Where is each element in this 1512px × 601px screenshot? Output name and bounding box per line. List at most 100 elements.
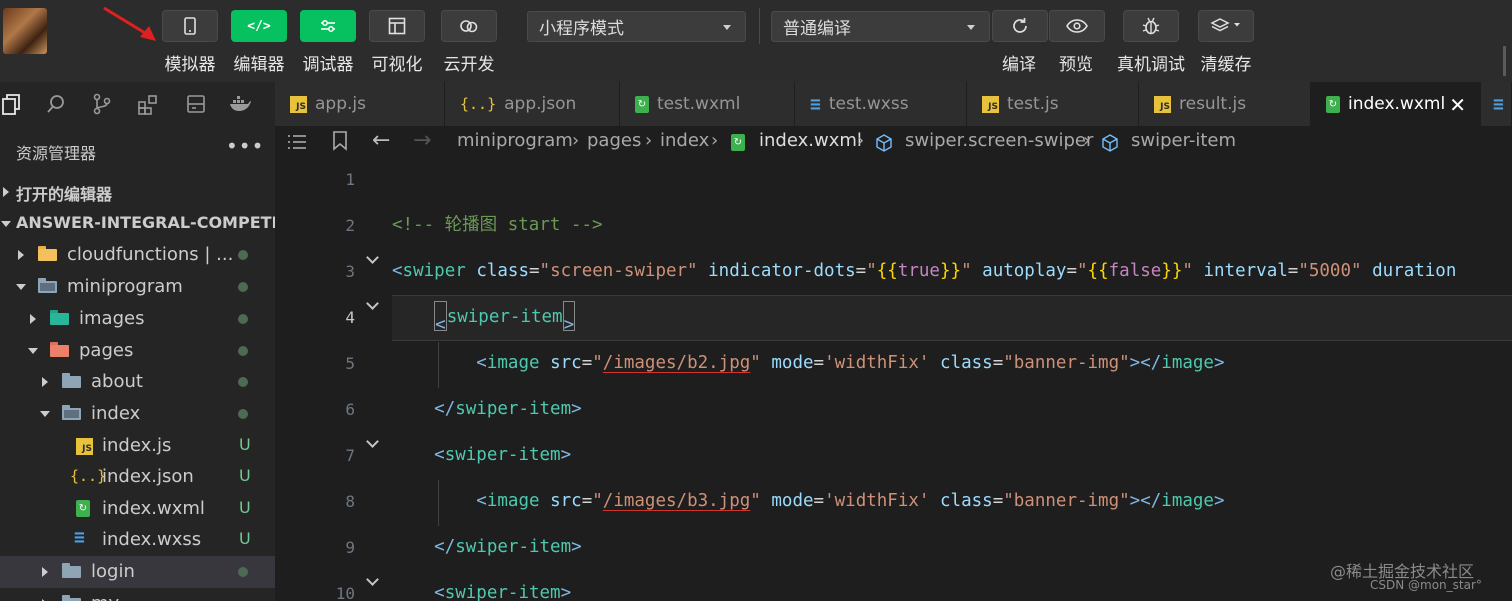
code-line: <image src="/images/b3.jpg" mode='widthF… xyxy=(476,491,1225,511)
toolbar-divider xyxy=(759,8,760,44)
tree-item-index[interactable]: index xyxy=(0,398,275,430)
more-icon[interactable]: ••• xyxy=(226,134,264,158)
crumb-sep: › xyxy=(645,130,653,151)
fold-chevron-icon[interactable] xyxy=(368,575,377,584)
code-line: <!-- 轮播图 start --> xyxy=(392,215,603,235)
crumb-swiper[interactable]: swiper.screen-swiper xyxy=(905,130,1093,151)
code-line: </swiper-item> xyxy=(434,399,582,419)
js-file-icon: JS xyxy=(1154,95,1171,113)
preview-button[interactable] xyxy=(1049,10,1105,42)
folder-icon xyxy=(38,278,57,293)
tree-item-cloudfunctions[interactable]: cloudfunctions | ... xyxy=(0,239,275,271)
crumb-file[interactable]: index.wxml xyxy=(759,130,862,151)
cloud-dev-button[interactable] xyxy=(441,10,497,42)
tab-result-js[interactable]: JS result.js xyxy=(1139,82,1311,126)
explorer-title: 资源管理器 xyxy=(16,144,97,163)
tab-test-js[interactable]: JS test.js xyxy=(967,82,1139,126)
tab-app-js[interactable]: JS app.js xyxy=(275,82,445,126)
layout-icon xyxy=(388,17,406,35)
fold-chevron-icon[interactable] xyxy=(368,253,377,262)
files-icon[interactable] xyxy=(0,92,24,116)
back-arrow-icon[interactable]: ← xyxy=(372,128,390,153)
wxss-file-icon: ≡ xyxy=(1493,93,1504,115)
red-arrow-annotation xyxy=(103,6,156,41)
wxml-file-icon: ↻ xyxy=(1326,95,1340,113)
editor-button[interactable]: </> xyxy=(231,10,287,42)
tab-app-json[interactable]: {..} app.json xyxy=(445,82,620,126)
tree-item-index-wxss[interactable]: ≡ index.wxss U xyxy=(0,524,275,556)
visual-label: 可视化 xyxy=(371,55,423,75)
fold-chevron-icon[interactable] xyxy=(368,437,377,446)
cloud-icon xyxy=(460,20,478,33)
tab-overflow[interactable]: ≡ xyxy=(1481,82,1512,126)
project-section[interactable]: ANSWER-INTEGRAL-COMPETITI... xyxy=(0,208,275,240)
tree-item-pages[interactable]: pages xyxy=(0,335,275,367)
tab-test-wxss[interactable]: ≡ test.wxss xyxy=(795,82,967,126)
json-file-icon: {..} xyxy=(460,95,497,113)
tab-label: test.js xyxy=(1007,94,1059,114)
code-line: <swiper-item> xyxy=(392,294,576,340)
tab-label: app.js xyxy=(315,94,366,114)
docker-icon[interactable] xyxy=(228,92,252,116)
tab-label: result.js xyxy=(1179,94,1247,114)
storage-icon[interactable] xyxy=(184,92,208,116)
line-number: 4 xyxy=(345,308,355,327)
code-line: <swiper class="screen-swiper" indicator-… xyxy=(392,261,1457,281)
mode-select-value: 小程序模式 xyxy=(539,19,624,39)
tree-item-index-json[interactable]: {..} index.json U xyxy=(0,461,275,493)
chevron-down-icon xyxy=(723,25,731,30)
tree-item-miniprogram[interactable]: miniprogram xyxy=(0,271,275,303)
line-number: 5 xyxy=(345,354,355,373)
explorer-sidebar: 资源管理器 ••• 打开的编辑器 ANSWER-INTEGRAL-COMPETI… xyxy=(0,126,275,601)
search-icon[interactable] xyxy=(44,92,68,116)
simulator-label: 模拟器 xyxy=(164,55,216,75)
crumb-sep: › xyxy=(1083,130,1091,151)
clear-cache-label: 清缓存 xyxy=(1200,55,1252,75)
bookmark-icon[interactable] xyxy=(332,131,348,151)
line-number: 10 xyxy=(335,584,355,601)
tree-item-index-js[interactable]: JS index.js U xyxy=(0,430,275,462)
tree-item-login[interactable]: login xyxy=(0,556,275,588)
mode-select[interactable]: 小程序模式 xyxy=(527,11,746,42)
folder-open-icon xyxy=(62,405,81,420)
json-file-icon: {..} xyxy=(70,467,107,485)
device-debug-button[interactable] xyxy=(1123,10,1179,42)
tab-label: test.wxml xyxy=(657,94,741,114)
code-icon: </> xyxy=(247,18,271,34)
tab-label: test.wxss xyxy=(828,94,909,114)
compile-select[interactable]: 普通编译 xyxy=(771,11,990,42)
line-number: 9 xyxy=(345,538,355,557)
simulator-button[interactable] xyxy=(162,10,218,42)
line-number: 3 xyxy=(345,262,355,281)
open-editors-section[interactable]: 打开的编辑器 xyxy=(0,176,275,208)
avatar[interactable] xyxy=(3,8,47,54)
tree-item-index-wxml[interactable]: ↻ index.wxml U xyxy=(0,493,275,525)
tree-item-images[interactable]: images xyxy=(0,303,275,335)
list-icon[interactable] xyxy=(287,133,307,151)
crumb-miniprogram[interactable]: miniprogram xyxy=(457,130,573,151)
close-icon[interactable]: ✕ xyxy=(1449,93,1466,117)
crumb-index[interactable]: index xyxy=(660,130,709,151)
crumb-swiper-item[interactable]: swiper-item xyxy=(1131,130,1236,151)
visual-button[interactable] xyxy=(369,10,425,42)
line-number: 6 xyxy=(345,400,355,419)
compile-button[interactable] xyxy=(992,10,1048,42)
extensions-icon[interactable] xyxy=(136,92,160,116)
tab-test-wxml[interactable]: ↻ test.wxml xyxy=(620,82,795,126)
tab-label: index.wxml xyxy=(1348,94,1446,114)
cloud-folder-icon xyxy=(38,246,57,261)
tab-index-wxml[interactable]: ↻ index.wxml ✕ xyxy=(1311,82,1481,126)
code-editor[interactable]: 1 2 3 4 5 6 7 8 9 10 <!-- 轮播图 start --> … xyxy=(275,158,1512,601)
crumb-pages[interactable]: pages xyxy=(587,130,641,151)
clear-cache-button[interactable] xyxy=(1198,10,1254,42)
phone-icon xyxy=(184,17,196,35)
tree-item-my[interactable]: my xyxy=(0,588,275,601)
tree-item-about[interactable]: about xyxy=(0,366,275,398)
forward-arrow-icon[interactable]: → xyxy=(413,128,431,153)
debugger-button[interactable] xyxy=(300,10,356,42)
source-control-icon[interactable] xyxy=(90,92,114,116)
fold-chevron-icon[interactable] xyxy=(368,299,377,308)
folder-icon xyxy=(62,595,81,601)
element-icon xyxy=(876,134,892,152)
eye-icon xyxy=(1066,19,1088,33)
